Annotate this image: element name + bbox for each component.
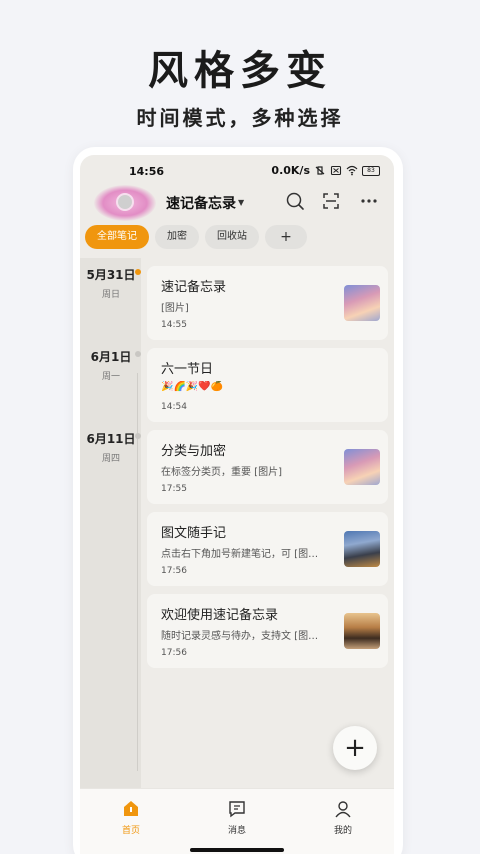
note-preview: 随时记录灵感与待办，支持文 [图… xyxy=(161,631,319,642)
note-time: 14:54 xyxy=(161,402,187,412)
note-time: 17:55 xyxy=(161,484,187,494)
note-time: 17:56 xyxy=(161,566,187,576)
nav-profile[interactable]: 我的 xyxy=(313,799,373,836)
date-label: 5月31日 xyxy=(86,268,136,282)
note-title: 欢迎使用速记备忘录 xyxy=(161,608,279,623)
weekday-label: 周一 xyxy=(101,372,120,382)
note-card[interactable]: 速记备忘录 [图片] 14:55 xyxy=(147,266,388,340)
vibrate-icon xyxy=(315,166,325,175)
note-thumbnail xyxy=(344,285,380,321)
app-title[interactable]: 速记备忘录 xyxy=(166,193,236,213)
status-bar: 14:56 0.0K/s 83 xyxy=(80,155,394,187)
note-preview: 🎉🌈🎉❤️🍊 xyxy=(161,381,224,392)
scan-icon[interactable] xyxy=(320,190,342,212)
nav-home-label: 首页 xyxy=(121,826,140,836)
note-title: 分类与加密 xyxy=(161,444,227,459)
note-time: 17:56 xyxy=(161,648,187,658)
chip-add-category[interactable]: + xyxy=(265,225,307,249)
avatar-image xyxy=(116,193,134,211)
home-indicator xyxy=(190,848,284,852)
note-preview: [图片] xyxy=(161,303,189,314)
timeline-rail: 5月31日 周日 6月1日 周一 6月11日 周四 xyxy=(80,258,141,788)
search-icon[interactable] xyxy=(284,190,306,212)
timeline-dot xyxy=(135,351,141,357)
note-title: 图文随手记 xyxy=(161,526,227,541)
note-thumbnail xyxy=(344,531,380,567)
note-preview: 点击右下角加号新建笔记，可 [图… xyxy=(161,549,319,560)
timeline-dot xyxy=(135,269,141,275)
note-card[interactable]: 分类与加密 在标签分类页，重要 [图片] 17:55 xyxy=(147,430,388,504)
weekday-label: 周日 xyxy=(101,290,120,300)
message-icon xyxy=(229,801,245,818)
date-label: 6月1日 xyxy=(90,350,132,364)
chevron-down-icon[interactable]: ▼ xyxy=(238,198,244,207)
note-thumbnail xyxy=(344,449,380,485)
date-group: 6月1日 周一 xyxy=(80,348,142,382)
app-screen: 14:56 0.0K/s 83 速记备忘录 ▼ 全部笔记 加密 回收站 + 5月… xyxy=(80,155,394,854)
status-time: 14:56 xyxy=(129,165,165,178)
date-group: 6月11日 周四 xyxy=(80,430,142,464)
wifi-icon xyxy=(346,165,358,176)
weekday-label: 周四 xyxy=(101,454,120,464)
note-card[interactable]: 六一节日 🎉🌈🎉❤️🍊 14:54 xyxy=(147,348,388,422)
sim-off-icon xyxy=(330,165,342,176)
status-indicators: 0.0K/s 83 xyxy=(271,164,380,177)
chip-recycle-bin[interactable]: 回收站 xyxy=(205,225,259,249)
more-icon[interactable] xyxy=(358,190,380,212)
profile-icon xyxy=(335,801,351,818)
home-icon xyxy=(124,801,138,816)
nav-profile-label: 我的 xyxy=(333,826,352,836)
timeline-dot xyxy=(135,433,141,439)
nav-messages[interactable]: 消息 xyxy=(207,799,267,836)
note-time: 14:55 xyxy=(161,320,187,330)
date-group: 5月31日 周日 xyxy=(80,266,142,300)
chip-all-notes[interactable]: 全部笔记 xyxy=(85,225,149,249)
note-title: 六一节日 xyxy=(161,362,214,377)
note-thumbnail xyxy=(344,613,380,649)
app-bar: 速记备忘录 ▼ xyxy=(80,185,394,227)
add-note-button[interactable]: + xyxy=(333,726,377,770)
avatar[interactable] xyxy=(94,185,156,221)
bottom-nav: 首页 消息 我的 xyxy=(80,788,394,854)
filter-chips: 全部笔记 加密 回收站 + xyxy=(85,225,307,249)
network-speed: 0.0K/s xyxy=(271,164,310,177)
note-title: 速记备忘录 xyxy=(161,280,227,295)
chip-encrypted[interactable]: 加密 xyxy=(155,225,199,249)
nav-home[interactable]: 首页 xyxy=(101,799,161,836)
note-card[interactable]: 图文随手记 点击右下角加号新建笔记，可 [图… 17:56 xyxy=(147,512,388,586)
nav-messages-label: 消息 xyxy=(227,826,246,836)
date-label: 6月11日 xyxy=(86,432,136,446)
battery-icon: 83 xyxy=(362,165,380,176)
note-card[interactable]: 欢迎使用速记备忘录 随时记录灵感与待办，支持文 [图… 17:56 xyxy=(147,594,388,668)
promo-title: 风格多变 xyxy=(148,47,332,94)
note-preview: 在标签分类页，重要 [图片] xyxy=(161,467,282,478)
promo-subtitle: 时间模式，多种选择 xyxy=(136,106,344,130)
